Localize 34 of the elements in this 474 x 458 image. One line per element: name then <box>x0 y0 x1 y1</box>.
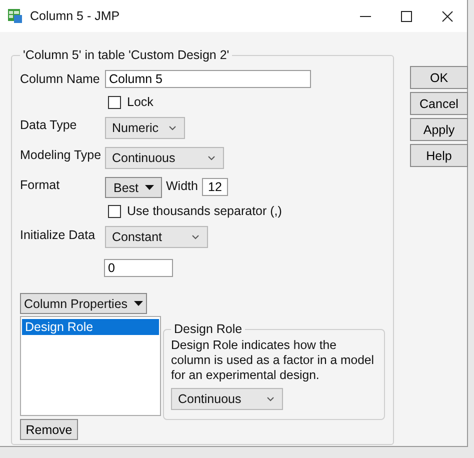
remove-button[interactable]: Remove <box>20 419 78 440</box>
dropdown[interactable]: Continuous <box>171 388 283 410</box>
dropdown[interactable]: Numeric <box>105 117 185 139</box>
field-label: Format <box>20 178 61 192</box>
field-label: Column Name <box>20 72 101 86</box>
dropdown-triangle-icon <box>144 185 154 190</box>
dialog-button[interactable]: Apply <box>410 118 468 141</box>
maximize-icon[interactable] <box>401 10 412 22</box>
checkbox[interactable] <box>108 96 121 108</box>
app-icon <box>7 8 23 24</box>
window-title: Column 5 - JMP <box>30 9 121 23</box>
checkbox[interactable] <box>108 204 121 218</box>
width-field[interactable]: 12 <box>202 178 228 196</box>
width-label: Width <box>166 179 198 193</box>
description-text: Design Role indicates how the column is used as a factor in a model for an experimental design. <box>171 338 376 383</box>
dropdown[interactable]: Continuous <box>105 147 224 169</box>
dialog-button[interactable]: Help <box>410 144 468 167</box>
panel-title: Design Role <box>173 322 244 336</box>
group-title: 'Column 5' in table 'Custom Design 2' <box>22 48 230 62</box>
column-name-field[interactable]: Column 5 <box>105 70 311 88</box>
field-label: Data Type <box>20 118 78 132</box>
dropdown-triangle-icon <box>134 301 143 306</box>
close-icon[interactable] <box>442 10 453 22</box>
field-label: Initialize Data <box>20 228 96 242</box>
checkbox-label: Use thousands separator (,) <box>127 204 282 218</box>
dropdown[interactable]: Constant <box>105 226 208 248</box>
list-item[interactable]: Design Role <box>22 319 159 335</box>
dialog-button[interactable]: OK <box>410 66 468 89</box>
field-label: Modeling Type <box>20 148 102 162</box>
checkbox-label: Lock <box>127 95 154 109</box>
dialog-button[interactable]: Cancel <box>410 92 468 115</box>
format-menu-button[interactable]: Best <box>105 177 162 198</box>
column-properties-menu-button[interactable]: Column Properties <box>20 293 147 314</box>
constant-value-field[interactable]: 0 <box>104 259 173 277</box>
